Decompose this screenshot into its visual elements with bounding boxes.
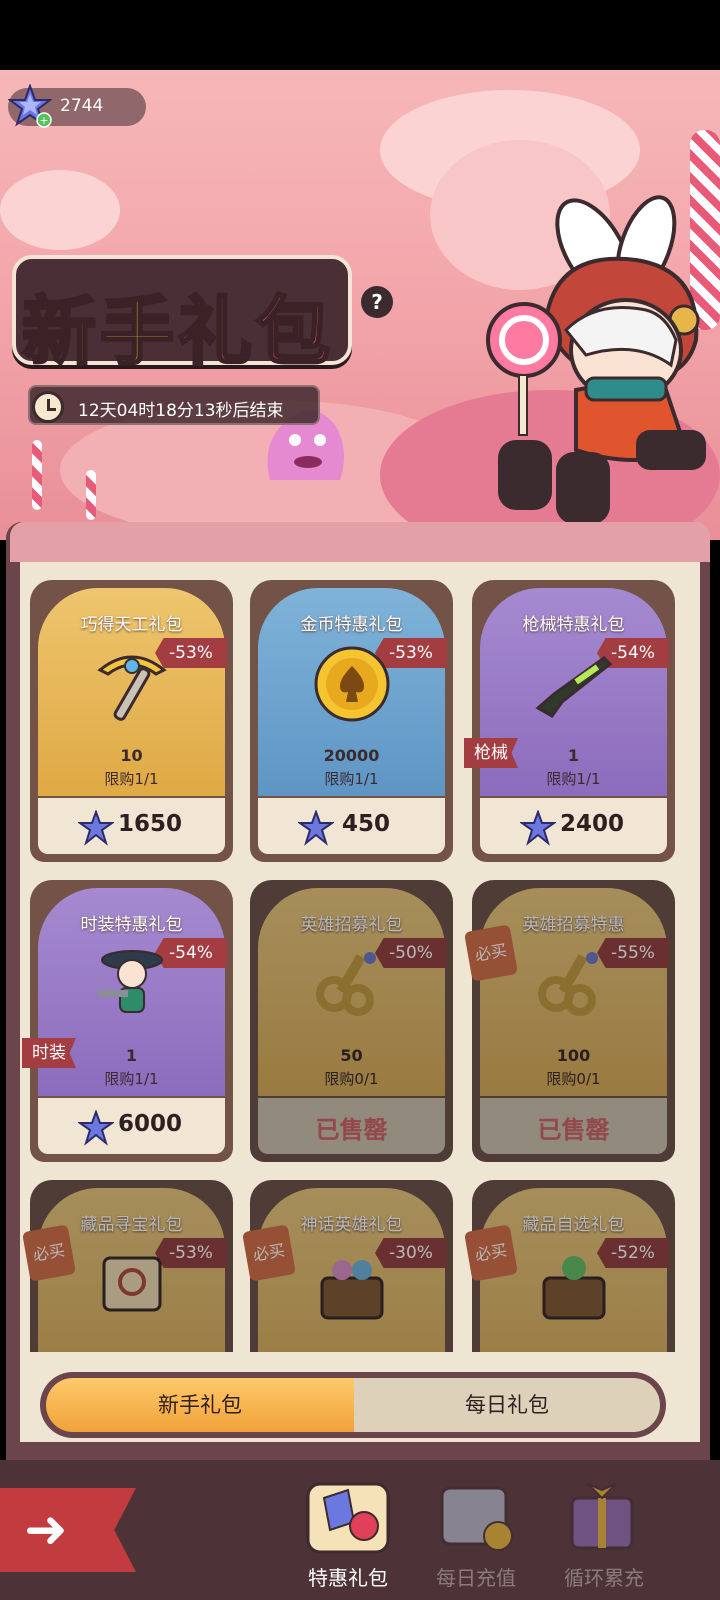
pack-name: 巧得天工礼包 — [80, 615, 183, 635]
back-arrow-icon: ➜ — [24, 1500, 68, 1560]
golden-key-icon — [316, 952, 376, 1016]
pack-card[interactable]: 时装特惠礼包 -54% 时装 1 限购1/1 6000 — [22, 880, 233, 1162]
pack-quantity: 1 — [567, 746, 580, 765]
gift-pack-icon — [306, 1482, 390, 1554]
purchase-limit: 限购1/1 — [324, 770, 379, 788]
pack-name: 金币特惠礼包 — [300, 615, 403, 635]
treasure-chest-icon — [542, 1256, 606, 1320]
bunny-girl-mascot-icon — [486, 195, 706, 524]
tab-daily-packs[interactable]: 每日礼包 — [354, 1378, 660, 1432]
must-buy-badge: 必买 — [464, 1224, 518, 1282]
candy-stick-decoration — [32, 440, 42, 510]
nav-label: 特惠礼包 — [308, 1566, 388, 1590]
cloud-decoration — [0, 170, 120, 250]
help-icon[interactable]: ? — [361, 286, 393, 318]
pack-card[interactable]: 巧得天工礼包 -53% 10 限购1/1 1650 — [30, 580, 233, 862]
page-title: 新手礼包 — [21, 272, 334, 379]
sold-out-label: 已售罄 — [537, 1116, 610, 1144]
pack-name: 时装特惠礼包 — [80, 915, 183, 935]
rifle-icon — [535, 656, 613, 718]
pack-quantity: 1 — [125, 1046, 138, 1065]
pack-name: 枪械特惠礼包 — [522, 615, 625, 635]
pack-quantity: 100 — [556, 1046, 591, 1065]
pack-grid[interactable]: 巧得天工礼包 -53% 10 限购1/1 1650 金币特惠礼包 -53% 20… — [20, 562, 700, 1352]
sold-out-label: 已售罄 — [315, 1116, 388, 1144]
star-gem-icon: + — [8, 84, 52, 128]
pack-card-sold-out: 英雄招募特惠 -55% 必买 100 限购0/1 已售罄 — [464, 880, 675, 1162]
star-gem-icon — [298, 810, 334, 846]
pack-price: 2400 — [560, 811, 625, 837]
nav-label: 循环累充 — [564, 1566, 644, 1590]
pack-type-tabs: 新手礼包 每日礼包 — [40, 1372, 666, 1438]
status-bar — [0, 0, 720, 70]
frosting-trim — [10, 522, 710, 562]
pack-card[interactable]: 神话英雄礼包 -30% 必买 — [242, 1180, 453, 1352]
candy-stick-decoration — [86, 470, 96, 520]
svg-text:+: + — [39, 114, 48, 127]
purchase-limit: 限购1/1 — [104, 1070, 159, 1088]
cumulative-recharge-icon — [570, 1483, 634, 1550]
hero-costume-icon — [98, 950, 163, 1013]
pack-card[interactable]: 枪械特惠礼包 -54% 枪械 1 限购1/1 2400 — [464, 580, 675, 862]
currency-display[interactable]: + 2744 — [8, 84, 146, 128]
purchase-limit: 限购1/1 — [104, 770, 159, 788]
currency-amount: 2744 — [60, 96, 104, 116]
must-buy-badge: 必买 — [242, 1224, 296, 1282]
star-gem-icon — [78, 810, 114, 846]
pack-price: 450 — [342, 811, 391, 837]
nav-cumulative-recharge[interactable]: 循环累充 — [552, 1478, 656, 1590]
nav-label: 每日充值 — [436, 1566, 516, 1590]
tab-newbie-packs[interactable]: 新手礼包 — [46, 1378, 354, 1432]
pack-card[interactable]: 藏品自选礼包 -52% 必买 — [464, 1180, 675, 1352]
pack-card[interactable]: 藏品寻宝礼包 -53% 必买 — [22, 1180, 233, 1352]
timer-text: 12天04时18分13秒后结束 — [78, 401, 284, 421]
must-buy-badge: 必买 — [22, 1224, 76, 1282]
pack-quantity: 10 — [120, 746, 143, 765]
gold-coin-icon — [314, 646, 390, 722]
nav-special-packs[interactable]: 特惠礼包 — [296, 1478, 400, 1590]
purchase-limit: 限购1/1 — [546, 770, 601, 788]
must-buy-badge: 必买 — [464, 924, 518, 982]
pack-price: 6000 — [118, 1111, 183, 1137]
pickaxe-icon — [97, 655, 167, 721]
pack-price: 1650 — [118, 811, 183, 837]
countdown-timer: 12天04时18分13秒后结束 — [28, 385, 320, 425]
clock-icon — [32, 391, 64, 423]
pack-name: 英雄招募礼包 — [300, 915, 403, 935]
star-gem-icon — [520, 810, 556, 846]
treasure-map-icon — [102, 1256, 162, 1312]
title-part-1: 新手 — [21, 288, 178, 377]
pack-card[interactable]: 金币特惠礼包 -53% 20000 限购1/1 450 — [250, 580, 453, 862]
title-part-2: 礼包 — [177, 288, 334, 377]
daily-recharge-icon — [440, 1486, 513, 1551]
golden-key-icon — [538, 952, 598, 1016]
purchase-limit: 限购0/1 — [324, 1070, 379, 1088]
pack-quantity: 50 — [340, 1046, 363, 1065]
pack-quantity: 20000 — [323, 746, 380, 765]
pack-card-sold-out: 英雄招募礼包 -50% 50 限购0/1 已售罄 — [250, 880, 453, 1162]
star-gem-icon — [78, 1110, 114, 1146]
nav-daily-recharge[interactable]: 每日充值 — [424, 1478, 528, 1590]
treasure-chest-icon — [320, 1260, 384, 1320]
purchase-limit: 限购0/1 — [546, 1070, 601, 1088]
